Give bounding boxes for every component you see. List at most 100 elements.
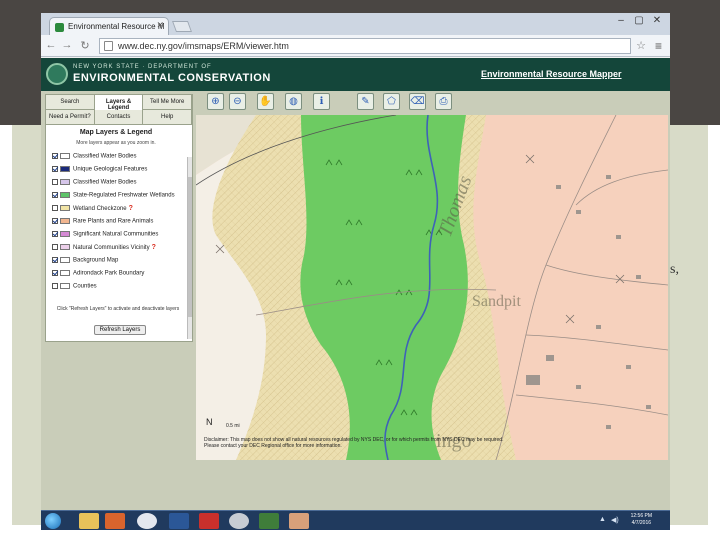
help-question-icon[interactable]: ? — [129, 205, 133, 212]
layer-checkbox[interactable] — [52, 231, 58, 237]
agency-subtitle: NEW YORK STATE · DEPARTMENT OF — [73, 64, 212, 70]
layer-swatch-icon — [60, 270, 70, 276]
layer-swatch-icon — [60, 153, 70, 159]
tab-need-permit[interactable]: Need a Permit? — [46, 110, 95, 125]
layer-swatch-icon — [60, 205, 70, 212]
layer-label: Classified Water Bodies — [73, 153, 137, 160]
scale-bar: 0.5 mi — [226, 423, 240, 429]
layer-item: Adirondack Park Boundary — [52, 270, 144, 278]
system-clock[interactable]: 12:56 PM 4/7/2016 — [631, 513, 652, 527]
info-icon[interactable]: ℹ — [313, 93, 330, 110]
pan-hand-icon[interactable]: ✋ — [257, 93, 274, 110]
reload-icon[interactable]: ↻ — [79, 39, 91, 52]
slide-text-fragment: s, — [670, 262, 679, 277]
presentation-slide: s, Environmental Resource M ✕ – ▢ ✕ ← → … — [0, 0, 720, 540]
eraser-icon[interactable]: ⌫ — [409, 93, 426, 110]
layer-swatch-icon — [60, 283, 70, 289]
layer-checkbox[interactable] — [52, 244, 58, 251]
back-arrow-icon[interactable]: ← — [45, 39, 57, 51]
dec-logo-icon — [46, 63, 68, 85]
north-arrow-icon: N — [206, 417, 213, 427]
layer-checkbox[interactable] — [52, 205, 58, 212]
browser-tab-bar: Environmental Resource M ✕ – ▢ ✕ — [41, 13, 670, 35]
layer-item: Unique Geological Features — [52, 166, 147, 174]
layer-swatch-icon — [60, 179, 70, 185]
layer-label: State-Regulated Freshwater Wetlands — [73, 192, 175, 199]
globe-icon[interactable]: ◍ — [285, 93, 302, 110]
map-toolbar: ⊕ ⊖ ✋ ◍ ℹ ✎ ⬠ ⌫ ⎙ — [207, 93, 487, 113]
layer-checkbox[interactable] — [52, 270, 58, 276]
agency-title: ENVIRONMENTAL CONSERVATION — [73, 72, 271, 84]
tab-layers-legend[interactable]: Layers & Legend — [94, 95, 144, 111]
map-label-sandpit: Sandpit — [472, 293, 521, 310]
browser-tab[interactable]: Environmental Resource M ✕ — [49, 17, 169, 35]
close-window-button[interactable]: ✕ — [649, 15, 665, 26]
layer-label: Rare Plants and Rare Animals — [73, 218, 154, 225]
layer-label: Counties — [73, 283, 97, 290]
layer-checkbox[interactable] — [52, 218, 58, 224]
chrome-icon[interactable] — [137, 513, 157, 529]
browser-menu-icon[interactable]: ≡ — [655, 39, 662, 53]
refresh-note: Click "Refresh Layers" to activate and d… — [56, 306, 180, 312]
word-icon[interactable] — [169, 513, 189, 529]
new-tab-button[interactable] — [171, 21, 193, 32]
measure-icon[interactable]: ✎ — [357, 93, 374, 110]
settings-icon[interactable] — [229, 513, 249, 529]
panel-scrollbar[interactable] — [187, 157, 192, 339]
tab-contacts[interactable]: Contacts — [94, 110, 144, 125]
scroll-thumb[interactable] — [188, 177, 192, 317]
volume-icon[interactable]: ◀) — [611, 516, 619, 524]
start-button[interactable] — [45, 513, 61, 529]
app-icon[interactable] — [105, 513, 125, 529]
layer-swatch-icon — [60, 192, 70, 198]
dec-banner: NEW YORK STATE · DEPARTMENT OF ENVIRONME… — [41, 58, 670, 91]
layer-swatch-icon — [60, 244, 70, 251]
maximize-button[interactable]: ▢ — [631, 15, 647, 26]
zoom-out-icon[interactable]: ⊖ — [229, 93, 246, 110]
layer-checkbox[interactable] — [52, 192, 58, 198]
dec-favicon-icon — [55, 23, 64, 32]
url-field[interactable]: www.dec.ny.gov/imsmaps/ERM/viewer.htm — [99, 38, 631, 54]
tab-title: Environmental Resource M — [68, 22, 165, 31]
print-icon[interactable]: ⎙ — [435, 93, 452, 110]
web-page: NEW YORK STATE · DEPARTMENT OF ENVIRONME… — [41, 58, 670, 510]
draw-icon[interactable]: ⬠ — [383, 93, 400, 110]
bookmark-star-icon[interactable]: ☆ — [635, 39, 647, 52]
browser-screenshot: Environmental Resource M ✕ – ▢ ✕ ← → ↻ w… — [41, 13, 670, 530]
layer-item: Classified Water Bodies — [52, 179, 136, 187]
tab-close-icon[interactable]: ✕ — [156, 20, 164, 31]
layer-checkbox[interactable] — [52, 283, 58, 289]
layer-checkbox[interactable] — [52, 257, 58, 263]
paint-icon[interactable] — [289, 513, 309, 529]
layer-label: Classified Water Bodies — [73, 179, 137, 186]
tray-arrow-icon[interactable]: ▲ — [599, 516, 606, 523]
layer-label: Unique Geological Features — [73, 166, 148, 173]
browser-toolbar: ← → ↻ www.dec.ny.gov/imsmaps/ERM/viewer.… — [41, 35, 670, 57]
clock-date: 4/7/2016 — [631, 520, 652, 526]
layer-label: Natural Communities Vicinity — [73, 245, 150, 251]
zoom-in-icon[interactable]: ⊕ — [207, 93, 224, 110]
map-view[interactable]: Thomas Sandpit ingo N 0.5 mi Disclaimer:… — [196, 115, 668, 460]
legend-title: Map Layers & Legend — [79, 129, 153, 136]
map-app-icon[interactable] — [259, 513, 279, 529]
forward-arrow-icon[interactable]: → — [61, 39, 73, 51]
layer-checkbox[interactable] — [52, 166, 58, 172]
app-title-link[interactable]: Environmental Resource Mapper — [481, 69, 622, 79]
layer-checkbox[interactable] — [52, 179, 58, 185]
layer-item: Rare Plants and Rare Animals — [52, 218, 153, 226]
layer-item: Significant Natural Communities — [52, 231, 158, 239]
help-question-icon[interactable]: ? — [152, 244, 156, 251]
tab-tell-me-more[interactable]: Tell Me More — [143, 95, 193, 110]
map-disclaimer: Disclaimer: This map does not show all n… — [204, 437, 504, 449]
legend-note: More layers appear as you zoom in. — [76, 140, 156, 146]
layer-checkbox[interactable] — [52, 153, 58, 159]
pdf-icon[interactable] — [199, 513, 219, 529]
layers-panel: Search Layers & Legend Tell Me More Need… — [45, 94, 193, 342]
tab-search[interactable]: Search — [46, 95, 95, 110]
nav-row-2: Need a Permit? Contacts Help — [46, 110, 193, 125]
tab-help[interactable]: Help — [143, 110, 193, 125]
file-explorer-icon[interactable] — [79, 513, 99, 529]
page-icon — [104, 41, 113, 51]
minimize-button[interactable]: – — [613, 15, 629, 26]
refresh-layers-button[interactable]: Refresh Layers — [94, 325, 146, 335]
